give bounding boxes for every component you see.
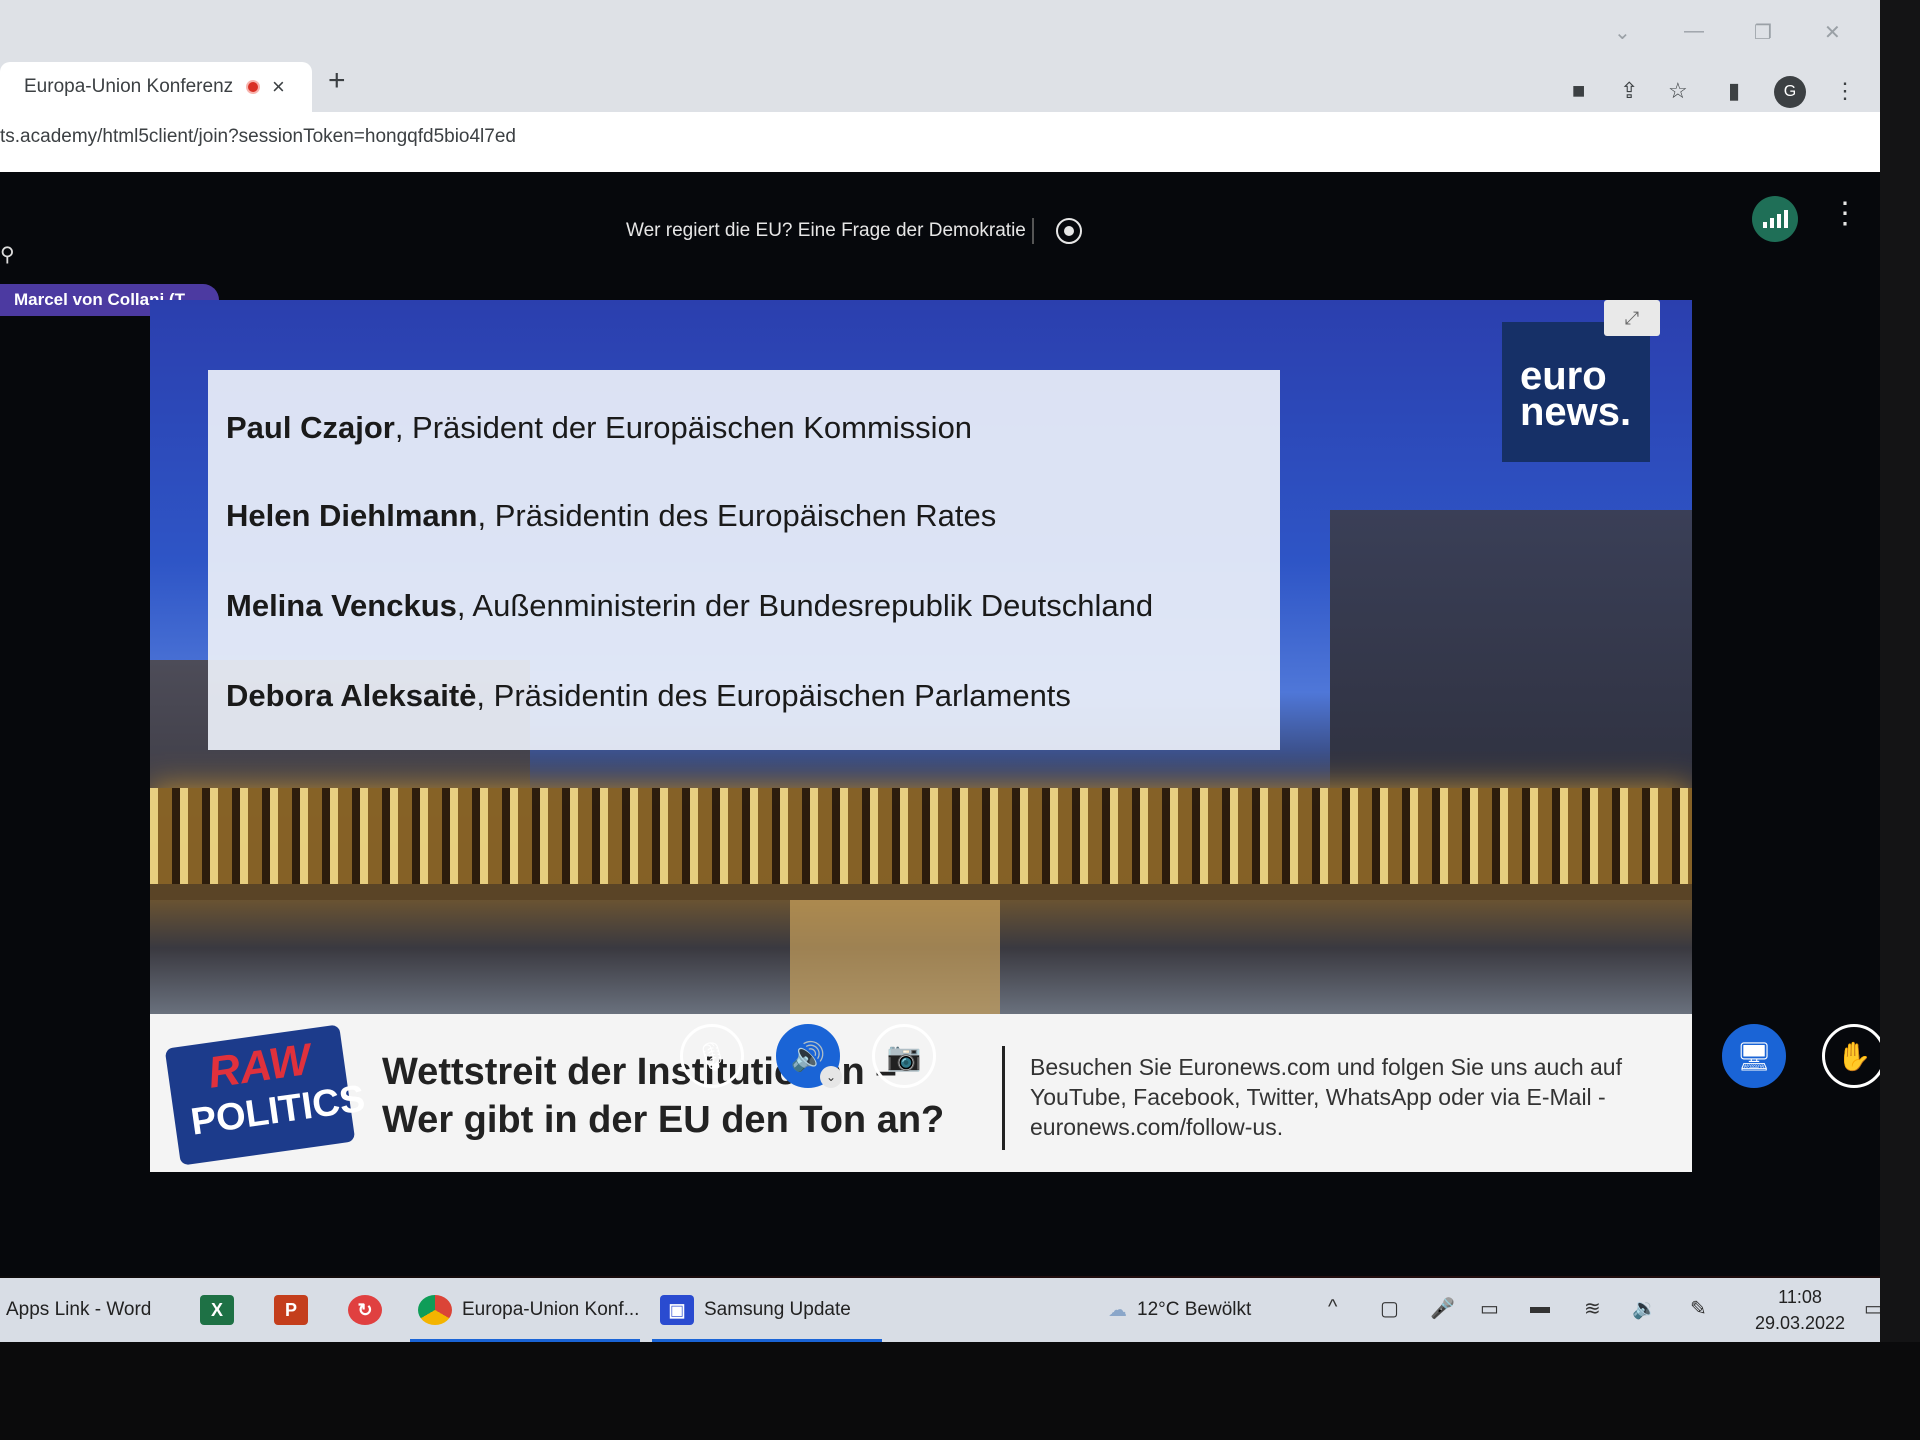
meet-now-icon[interactable]: ▢ xyxy=(1380,1296,1399,1321)
chrome-window-label: Europa-Union Konf... xyxy=(462,1299,640,1320)
headline-line: Wer gibt in der EU den Ton an? xyxy=(382,1099,945,1141)
pen-icon[interactable]: ✎ xyxy=(1690,1296,1707,1321)
clock-date: 29.03.2022 xyxy=(1754,1313,1846,1333)
guest-line: Debora Aleksaitė, Präsidentin des Europä… xyxy=(226,678,1071,714)
weather-label: 12°C Bewölkt xyxy=(1137,1299,1252,1320)
taskbar-chrome[interactable]: Europa-Union Konf... xyxy=(418,1278,639,1342)
taskbar: Apps Link - Word X P ↻ Europa-Union Konf… xyxy=(0,1278,1900,1342)
apps-link-label: Apps Link - Word xyxy=(6,1299,152,1320)
bridge-image xyxy=(150,788,1692,884)
guest-line: Melina Venckus, Außenministerin der Bund… xyxy=(226,588,1153,624)
speaker-icon: 🔊 xyxy=(790,1040,826,1072)
raise-hand-button[interactable]: ✋ xyxy=(1822,1024,1886,1088)
taskbar-samsung-update[interactable]: ▣ Samsung Update xyxy=(660,1278,851,1342)
samsung-update-icon: ▣ xyxy=(660,1295,694,1325)
chrome-icon xyxy=(418,1295,452,1325)
headline-line: Wettstreit der Institutionen – xyxy=(382,1051,897,1093)
guest-name: Helen Diehlmann xyxy=(226,498,478,533)
side-panel-icon[interactable]: ▮ xyxy=(1728,78,1740,104)
address-bar[interactable]: ts.academy/html5client/join?sessionToken… xyxy=(0,112,1880,172)
presentation-icon: 🖥 xyxy=(1736,1040,1772,1072)
recording-indicator-icon[interactable] xyxy=(1056,218,1082,244)
weather-widget[interactable]: ☁ 12°C Bewölkt xyxy=(1108,1278,1251,1342)
microphone-icon[interactable]: 🎤 xyxy=(1430,1296,1455,1321)
camera-in-use-icon[interactable]: ■ xyxy=(1572,78,1585,104)
banner-divider xyxy=(1002,1046,1005,1150)
user-list-icon[interactable]: ⚲ xyxy=(0,242,15,267)
screen: Europa-Union Konferenz × + ⌄ — ❐ ✕ ts.ac… xyxy=(0,0,1920,1440)
meeting-title: Wer regiert die EU? Eine Frage der Demok… xyxy=(626,220,1026,241)
tab-close-icon[interactable]: × xyxy=(272,74,285,100)
refresh-app-icon: ↻ xyxy=(348,1295,382,1325)
hand-icon: ✋ xyxy=(1836,1040,1872,1072)
battery-icon[interactable]: ▬ xyxy=(1530,1296,1550,1319)
audio-options-caret-icon[interactable]: ⌄ xyxy=(820,1066,842,1088)
banner-headline: Wettstreit der Institutionen – Wer gibt … xyxy=(382,1048,944,1144)
chevron-up-icon[interactable]: ^ xyxy=(1328,1296,1337,1319)
taskbar-apps-link[interactable]: Apps Link - Word xyxy=(6,1278,151,1342)
guest-name: Melina Venckus xyxy=(226,588,457,623)
minimize-button[interactable]: — xyxy=(1684,20,1704,43)
profile-avatar[interactable]: G xyxy=(1774,76,1806,108)
volume-icon[interactable]: 🔉 xyxy=(1632,1296,1657,1321)
taskbar-app[interactable]: ↻ xyxy=(348,1278,382,1342)
guest-name: Debora Aleksaitė xyxy=(226,678,477,713)
microphone-muted-icon: 🎙 xyxy=(694,1040,730,1072)
guest-role: , Präsidentin des Europäischen Rates xyxy=(477,498,997,533)
browser-tab[interactable]: Europa-Union Konferenz × xyxy=(0,62,312,112)
new-tab-button[interactable]: + xyxy=(328,64,346,98)
device-bezel xyxy=(0,1342,1920,1440)
url-text[interactable]: ts.academy/html5client/join?sessionToken… xyxy=(0,126,516,148)
powerpoint-icon: P xyxy=(274,1295,308,1325)
camera-off-icon: 📷 xyxy=(886,1040,922,1072)
guest-name: Paul Czajor xyxy=(226,410,395,445)
logo-line: euro xyxy=(1520,354,1607,398)
guest-role: , Präsidentin des Europäischen Parlament… xyxy=(476,678,1071,713)
banner-info: Besuchen Sie Euronews.com und folgen Sie… xyxy=(1030,1054,1622,1140)
wifi-icon[interactable]: ≋ xyxy=(1584,1296,1601,1321)
guest-line: Helen Diehlmann, Präsidentin des Europäi… xyxy=(226,498,996,534)
tab-strip: Europa-Union Konferenz × + ⌄ — ❐ ✕ xyxy=(0,0,1880,112)
fullscreen-button[interactable]: ⤢ xyxy=(1604,300,1660,336)
taskbar-powerpoint[interactable]: P xyxy=(274,1278,308,1342)
guest-panel: Paul Czajor, Präsident der Europäischen … xyxy=(208,370,1280,750)
mute-microphone-button[interactable]: 🎙 xyxy=(680,1024,744,1088)
restore-button[interactable]: ❐ xyxy=(1754,20,1772,45)
bookmark-star-icon[interactable]: ☆ xyxy=(1668,78,1688,104)
browser-menu-icon[interactable]: ⋮ xyxy=(1834,78,1856,104)
euronews-logo: euro news. xyxy=(1502,322,1650,462)
close-window-button[interactable]: ✕ xyxy=(1824,20,1841,45)
samsung-update-label: Samsung Update xyxy=(704,1299,851,1320)
more-options-icon[interactable]: ⋮ xyxy=(1830,196,1860,231)
title-divider xyxy=(1032,218,1034,244)
display-icon[interactable]: ▭ xyxy=(1480,1296,1499,1321)
device-bezel xyxy=(1880,0,1920,1342)
excel-icon: X xyxy=(200,1295,234,1325)
taskbar-excel[interactable]: X xyxy=(200,1278,234,1342)
tab-search-icon[interactable]: ⌄ xyxy=(1614,20,1631,45)
camera-button[interactable]: 📷 xyxy=(872,1024,936,1088)
connection-status-icon[interactable] xyxy=(1752,196,1798,242)
share-icon[interactable]: ⇪ xyxy=(1620,78,1638,104)
raw-politics-logo: RAW POLITICS xyxy=(164,1024,368,1166)
logo-line: news. xyxy=(1520,390,1632,434)
system-clock[interactable]: 11:08 29.03.2022 xyxy=(1740,1284,1860,1336)
recording-dot-icon xyxy=(246,80,260,94)
guest-role: , Außenministerin der Bundesrepublik Deu… xyxy=(456,588,1154,623)
browser-window: Europa-Union Konferenz × + ⌄ — ❐ ✕ ts.ac… xyxy=(0,0,1880,196)
guest-role: , Präsident der Europäischen Kommission xyxy=(394,410,973,445)
presentation-button[interactable]: 🖥 xyxy=(1722,1024,1786,1088)
entrance-image xyxy=(790,900,1000,1020)
clock-time: 11:08 xyxy=(1778,1287,1822,1307)
meeting-area: Wer regiert die EU? Eine Frage der Demok… xyxy=(0,172,1900,1276)
cloud-icon: ☁ xyxy=(1108,1299,1127,1321)
bridge-image xyxy=(150,884,1692,900)
guest-line: Paul Czajor, Präsident der Europäischen … xyxy=(226,410,972,446)
tab-title: Europa-Union Konferenz xyxy=(24,76,234,97)
